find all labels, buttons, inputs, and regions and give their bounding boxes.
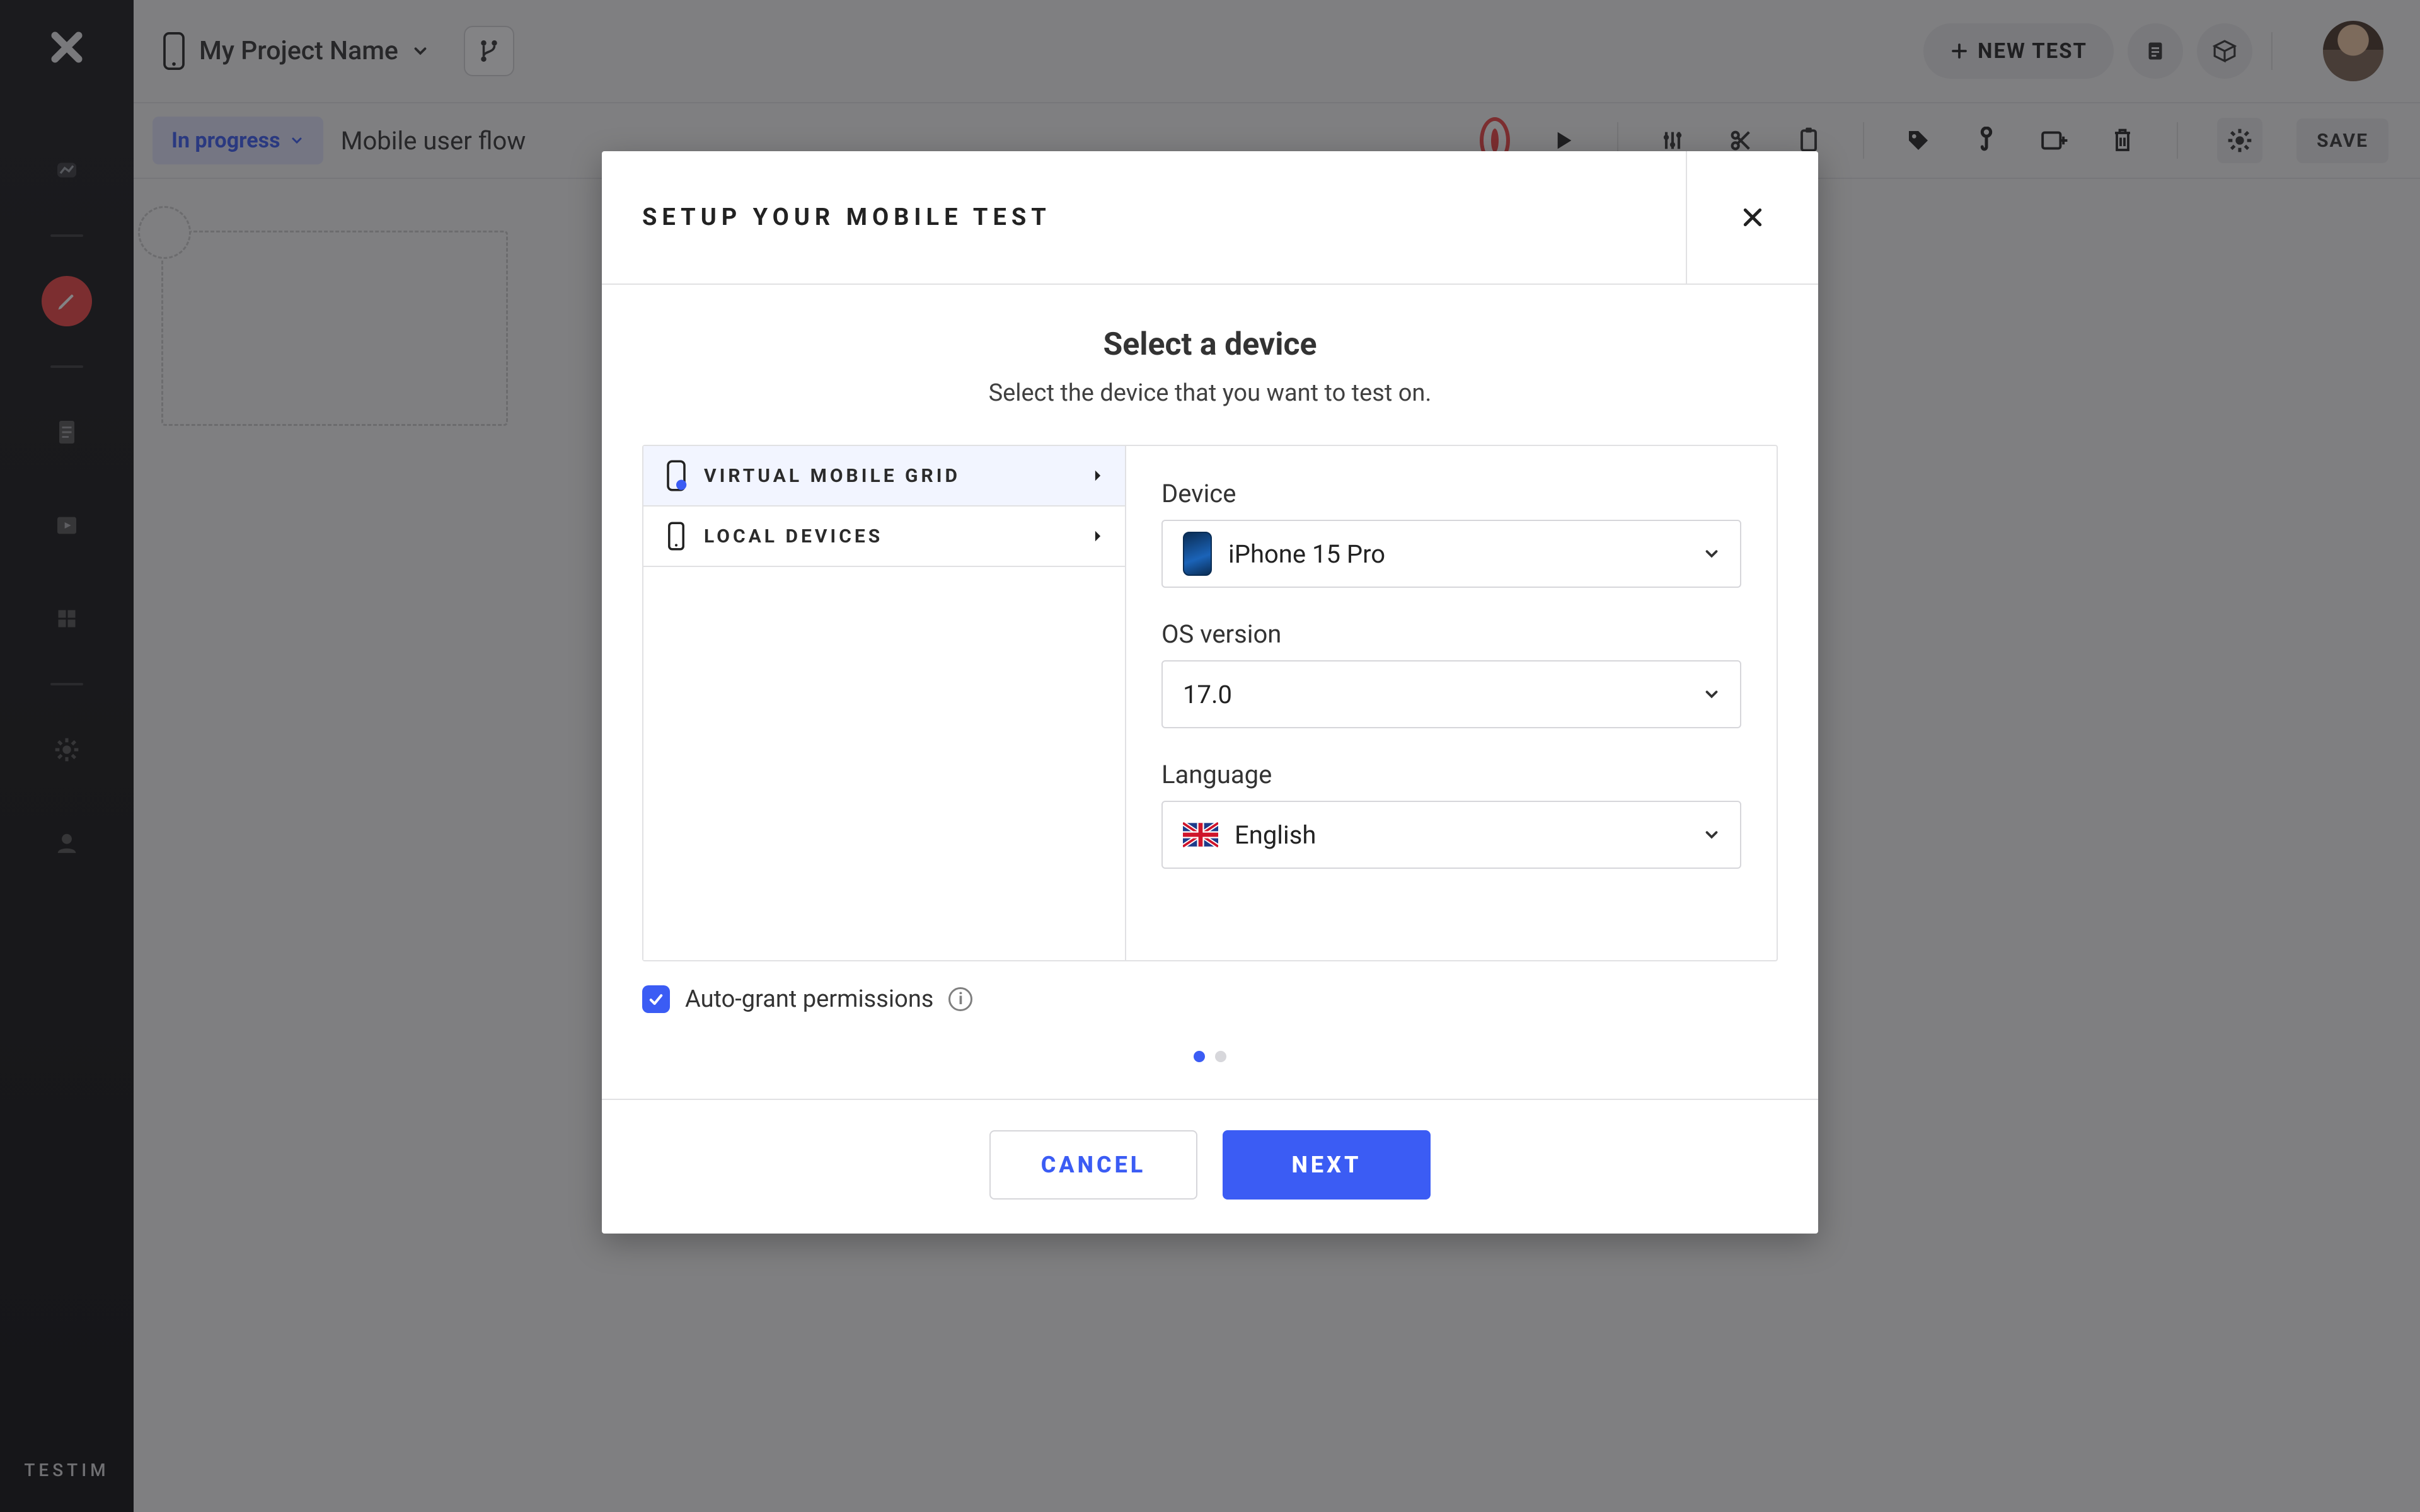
flag-uk-icon xyxy=(1183,822,1218,847)
device-panel: VIRTUAL MOBILE GRID LOCAL DEVICES xyxy=(642,445,1778,961)
close-icon xyxy=(1740,205,1765,230)
modal-overlay: SETUP YOUR MOBILE TEST Select a device S… xyxy=(0,0,2420,1512)
chevron-right-icon xyxy=(1092,529,1103,543)
modal-heading: Select a device xyxy=(642,326,1778,363)
source-label: VIRTUAL MOBILE GRID xyxy=(704,465,960,487)
chevron-down-icon xyxy=(1702,825,1721,844)
os-selected-value: 17.0 xyxy=(1183,680,1232,709)
chevron-right-icon xyxy=(1092,469,1103,483)
info-icon[interactable]: i xyxy=(948,987,972,1011)
check-icon xyxy=(647,990,665,1008)
modal-close-button[interactable] xyxy=(1686,151,1818,284)
chevron-down-icon xyxy=(1702,544,1721,563)
device-field-label: Device xyxy=(1161,479,1741,508)
language-field-label: Language xyxy=(1161,760,1741,789)
step-dot-2 xyxy=(1215,1051,1226,1062)
device-thumbnail-icon xyxy=(1183,532,1212,576)
modal-subheading: Select the device that you want to test … xyxy=(642,379,1778,407)
device-source-list: VIRTUAL MOBILE GRID LOCAL DEVICES xyxy=(643,446,1126,960)
next-button[interactable]: NEXT xyxy=(1223,1130,1431,1200)
os-select[interactable]: 17.0 xyxy=(1161,660,1741,728)
source-virtual-grid[interactable]: VIRTUAL MOBILE GRID xyxy=(643,446,1125,507)
language-select[interactable]: English xyxy=(1161,801,1741,869)
os-field-label: OS version xyxy=(1161,619,1741,649)
setup-mobile-test-modal: SETUP YOUR MOBILE TEST Select a device S… xyxy=(602,151,1818,1234)
device-select[interactable]: iPhone 15 Pro xyxy=(1161,520,1741,588)
cancel-label: CANCEL xyxy=(1041,1152,1146,1178)
cancel-button[interactable]: CANCEL xyxy=(989,1130,1197,1200)
modal-body: Select a device Select the device that y… xyxy=(602,285,1818,1099)
auto-grant-row: Auto-grant permissions i xyxy=(642,985,1778,1013)
step-dot-1 xyxy=(1194,1051,1205,1062)
source-local-devices[interactable]: LOCAL DEVICES xyxy=(643,507,1125,567)
modal-header: SETUP YOUR MOBILE TEST xyxy=(602,151,1818,285)
auto-grant-label: Auto-grant permissions xyxy=(685,985,933,1013)
mobile-cloud-icon xyxy=(665,459,688,492)
source-label: LOCAL DEVICES xyxy=(704,525,883,547)
device-selected-value: iPhone 15 Pro xyxy=(1228,539,1385,569)
next-label: NEXT xyxy=(1292,1152,1362,1178)
modal-title: SETUP YOUR MOBILE TEST xyxy=(602,203,1686,231)
auto-grant-checkbox[interactable] xyxy=(642,985,670,1013)
language-selected-value: English xyxy=(1235,820,1316,850)
modal-footer: CANCEL NEXT xyxy=(602,1099,1818,1234)
mobile-icon xyxy=(665,520,688,553)
chevron-down-icon xyxy=(1702,685,1721,704)
device-form: Device iPhone 15 Pro OS version 17.0 xyxy=(1126,446,1777,960)
step-dots xyxy=(642,1013,1778,1080)
